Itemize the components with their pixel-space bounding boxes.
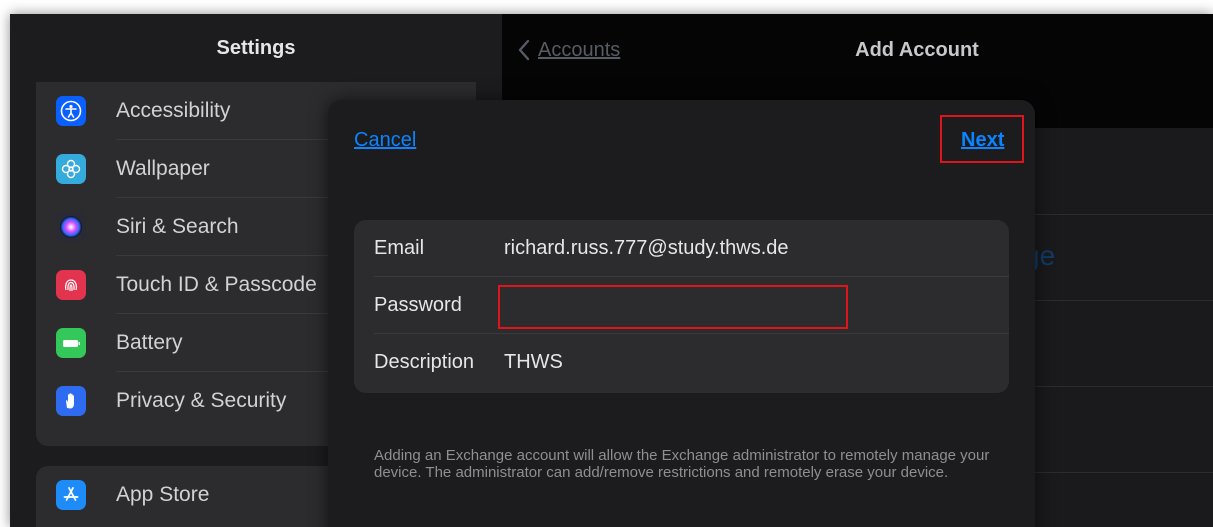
- sidebar-item-label: Touch ID & Passcode: [116, 273, 317, 296]
- email-row: Email richard.russ.777@study.thws.de: [354, 220, 1009, 277]
- sidebar-item-label: Battery: [116, 331, 183, 354]
- wallpaper-flower-icon: [56, 154, 86, 184]
- email-label: Email: [374, 237, 425, 259]
- sidebar-item-label: Privacy & Security: [116, 389, 287, 412]
- password-highlight-box: [498, 285, 848, 329]
- hand-icon: [56, 386, 86, 416]
- settings-title: Settings: [216, 37, 296, 59]
- password-label: Password: [374, 294, 462, 316]
- battery-icon: [56, 328, 86, 358]
- exchange-account-sheet: Cancel Next Email richard.russ.777@study…: [328, 100, 1035, 527]
- fingerprint-icon: [56, 270, 86, 300]
- cancel-button[interactable]: Cancel: [354, 126, 416, 154]
- email-field[interactable]: richard.russ.777@study.thws.de: [504, 220, 789, 277]
- back-button[interactable]: Accounts: [518, 36, 620, 64]
- back-label: Accounts: [538, 38, 621, 61]
- description-field[interactable]: THWS: [504, 334, 563, 391]
- siri-icon: [56, 212, 86, 242]
- exchange-notice-text: Adding an Exchange account will allow th…: [374, 447, 990, 481]
- chevron-left-icon: [518, 39, 530, 61]
- sidebar-item-label: Wallpaper: [116, 157, 210, 180]
- sidebar-item-label: Siri & Search: [116, 215, 239, 238]
- description-row: Description THWS: [354, 334, 1009, 391]
- description-label: Description: [374, 351, 475, 373]
- sidebar-item-label: App Store: [116, 483, 210, 506]
- next-highlight-box: [940, 115, 1024, 163]
- page-title: Add Account: [855, 39, 979, 61]
- sidebar-item-label: Accessibility: [116, 99, 231, 122]
- app-store-icon: [56, 480, 86, 510]
- accessibility-icon: [56, 96, 86, 126]
- ipad-screen: Settings Accessibility Wallpaper Siri & …: [10, 14, 1213, 527]
